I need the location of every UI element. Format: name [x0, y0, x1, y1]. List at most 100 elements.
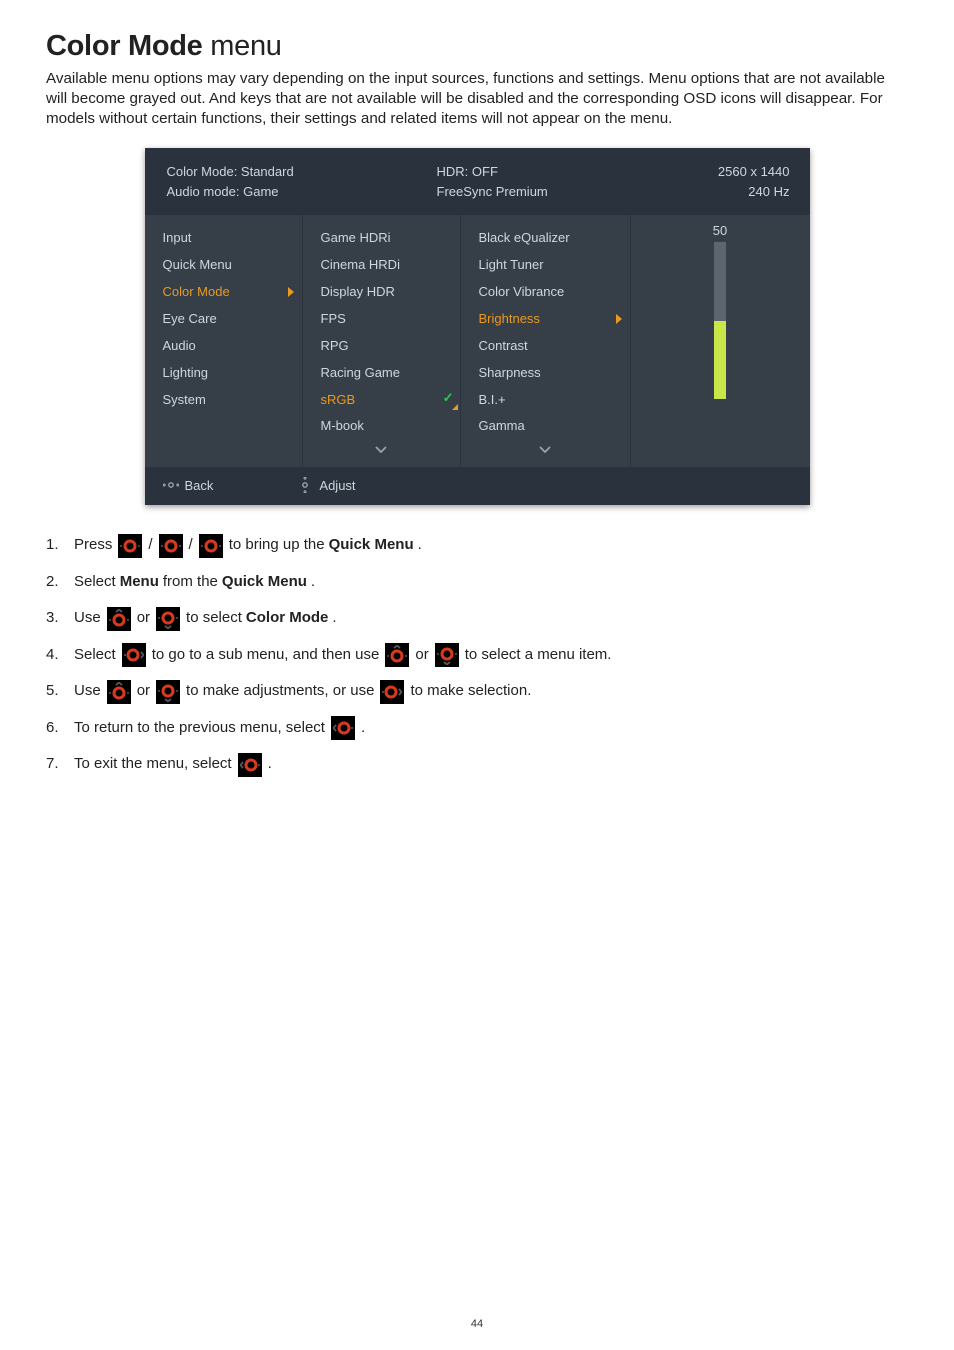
- s3a: Use: [74, 604, 101, 633]
- sub1-rpg[interactable]: RPG: [303, 333, 460, 360]
- sub1-cinema-hrdi[interactable]: Cinema HRDi: [303, 252, 460, 279]
- step-num: 4.: [46, 641, 70, 670]
- check-icon: ✓: [443, 390, 454, 407]
- sub2-light-tuner[interactable]: Light Tuner: [461, 252, 630, 279]
- step-num: 6.: [46, 714, 70, 743]
- step-5: 5. Use or to make adjustments, or use to…: [46, 677, 908, 706]
- s5b: or: [137, 677, 150, 706]
- osd-body: Input Quick Menu Color Mode Eye Care Aud…: [145, 215, 810, 467]
- s2bold1: Menu: [120, 568, 159, 597]
- sub1-game-hdri[interactable]: Game HDRi: [303, 225, 460, 252]
- step-4: 4. Select to go to a sub menu, and then …: [46, 641, 908, 670]
- osd-value-column: 50: [631, 215, 810, 467]
- step-num: 3.: [46, 604, 70, 633]
- osd-audio-mode: Audio mode: Game: [167, 182, 437, 203]
- sub2-color-vibrance[interactable]: Color Vibrance: [461, 279, 630, 306]
- s1d: to bring up the: [229, 531, 325, 560]
- joystick-down-icon: [156, 607, 180, 631]
- joystick-horizontal-icon: [163, 477, 179, 493]
- slider-fill: [714, 321, 726, 400]
- s2a: Select: [74, 568, 116, 597]
- nav-input[interactable]: Input: [145, 225, 302, 252]
- nav-color-mode[interactable]: Color Mode: [145, 279, 302, 306]
- joystick-left-icon: [238, 753, 262, 777]
- osd-header: Color Mode: Standard Audio mode: Game HD…: [145, 148, 810, 216]
- s2bold2: Quick Menu: [222, 568, 307, 597]
- s3c: to select: [186, 604, 242, 633]
- sub2-bi-plus[interactable]: B.I.+: [461, 387, 630, 414]
- osd-color-mode: Color Mode: Standard: [167, 162, 437, 183]
- s5a: Use: [74, 677, 101, 706]
- nav-audio[interactable]: Audio: [145, 333, 302, 360]
- intro-paragraph: Available menu options may vary dependin…: [46, 69, 908, 130]
- foot-back[interactable]: Back: [151, 477, 226, 493]
- step-num: 1.: [46, 531, 70, 560]
- s3d: .: [332, 604, 336, 633]
- foot-back-label: Back: [185, 478, 214, 493]
- s2c: .: [311, 568, 315, 597]
- sub1-mbook[interactable]: M-book: [303, 413, 460, 440]
- brightness-slider[interactable]: 50: [651, 223, 790, 399]
- nav-eye-care[interactable]: Eye Care: [145, 306, 302, 333]
- sub1-racing-game[interactable]: Racing Game: [303, 360, 460, 387]
- joystick-down-icon: [156, 680, 180, 704]
- s6a: To return to the previous menu, select: [74, 714, 325, 743]
- s7a: To exit the menu, select: [74, 750, 232, 779]
- s3b: or: [137, 604, 150, 633]
- sub1-more-icon: [303, 440, 460, 457]
- sub1-srgb[interactable]: sRGB ✓: [303, 387, 460, 414]
- s4c: or: [415, 641, 428, 670]
- step-num: 7.: [46, 750, 70, 779]
- joystick-center-icon: [199, 534, 223, 558]
- osd-resolution: 2560 x 1440: [657, 162, 790, 183]
- sub1-fps[interactable]: FPS: [303, 306, 460, 333]
- s4a: Select: [74, 641, 116, 670]
- s5c: to make adjustments, or use: [186, 677, 374, 706]
- sub2-contrast[interactable]: Contrast: [461, 333, 630, 360]
- osd-footer: Back Adjust: [145, 467, 810, 505]
- s6b: .: [361, 714, 365, 743]
- joystick-up-icon: [107, 607, 131, 631]
- step-num: 2.: [46, 568, 70, 597]
- s1a: Press: [74, 531, 112, 560]
- nav-system[interactable]: System: [145, 387, 302, 414]
- sub2-black-equalizer[interactable]: Black eQualizer: [461, 225, 630, 252]
- foot-adjust-label: Adjust: [319, 478, 355, 493]
- page-heading: Color Mode menu: [46, 30, 908, 63]
- foot-adjust[interactable]: Adjust: [285, 477, 367, 493]
- s4d: to select a menu item.: [465, 641, 612, 670]
- s4b: to go to a sub menu, and then use: [152, 641, 380, 670]
- nav-lighting[interactable]: Lighting: [145, 360, 302, 387]
- osd-sub1-column: Game HDRi Cinema HRDi Display HDR FPS RP…: [303, 215, 461, 467]
- s1e: .: [418, 531, 422, 560]
- instruction-list: 1. Press / / to bring up the Quick Menu.…: [46, 531, 908, 779]
- sub1-display-hdr[interactable]: Display HDR: [303, 279, 460, 306]
- joystick-center-icon: [118, 534, 142, 558]
- sub2-more-icon: [461, 440, 630, 457]
- s5d: to make selection.: [410, 677, 531, 706]
- s3bold: Color Mode: [246, 604, 329, 633]
- osd-sub2-column: Black eQualizer Light Tuner Color Vibran…: [461, 215, 631, 467]
- osd-hdr: HDR: OFF: [437, 162, 657, 183]
- nav-quick-menu[interactable]: Quick Menu: [145, 252, 302, 279]
- sub2-sharpness[interactable]: Sharpness: [461, 360, 630, 387]
- s1b: /: [148, 531, 152, 560]
- osd-nav-column: Input Quick Menu Color Mode Eye Care Aud…: [145, 215, 303, 467]
- sub1-srgb-label: sRGB: [321, 392, 356, 407]
- joystick-left-icon: [331, 716, 355, 740]
- sub2-brightness[interactable]: Brightness: [461, 306, 630, 333]
- step-6: 6. To return to the previous menu, selec…: [46, 714, 908, 743]
- osd-freesync: FreeSync Premium: [437, 182, 657, 203]
- page-number: 44: [471, 1318, 483, 1330]
- step-3: 3. Use or to select Color Mode.: [46, 604, 908, 633]
- sub2-gamma[interactable]: Gamma: [461, 413, 630, 440]
- s7b: .: [268, 750, 272, 779]
- joystick-vertical-icon: [297, 477, 313, 493]
- step-2: 2. Select Menu from the Quick Menu.: [46, 568, 908, 597]
- slider-value: 50: [713, 223, 727, 238]
- joystick-up-icon: [107, 680, 131, 704]
- heading-rest: menu: [203, 30, 282, 62]
- s2b: from the: [163, 568, 218, 597]
- osd-refresh: 240 Hz: [657, 182, 790, 203]
- s1bold: Quick Menu: [329, 531, 414, 560]
